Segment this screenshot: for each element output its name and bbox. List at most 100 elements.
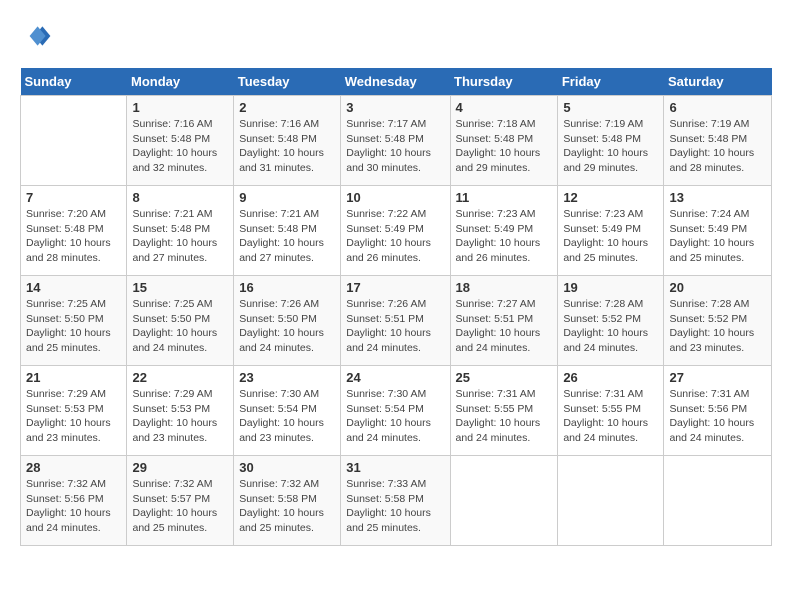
day-detail: Sunrise: 7:29 AMSunset: 5:53 PMDaylight:… [26,387,121,446]
day-detail: Sunrise: 7:16 AMSunset: 5:48 PMDaylight:… [132,117,228,176]
day-number: 5 [563,100,658,115]
day-detail: Sunrise: 7:28 AMSunset: 5:52 PMDaylight:… [563,297,658,356]
day-detail: Sunrise: 7:25 AMSunset: 5:50 PMDaylight:… [132,297,228,356]
day-number: 18 [456,280,553,295]
day-detail: Sunrise: 7:25 AMSunset: 5:50 PMDaylight:… [26,297,121,356]
day-number: 24 [346,370,444,385]
calendar-cell: 5Sunrise: 7:19 AMSunset: 5:48 PMDaylight… [558,96,664,186]
day-number: 4 [456,100,553,115]
calendar-cell: 22Sunrise: 7:29 AMSunset: 5:53 PMDayligh… [127,366,234,456]
day-detail: Sunrise: 7:31 AMSunset: 5:55 PMDaylight:… [456,387,553,446]
day-number: 28 [26,460,121,475]
calendar-cell: 27 Sunrise: 7:31 AMSunset: 5:56 PMDayligh… [664,366,772,456]
day-detail: Sunrise: 7:16 AMSunset: 5:48 PMDaylight:… [239,117,335,176]
day-number: 26 [563,370,658,385]
calendar-cell: 2 Sunrise: 7:16 AMSunset: 5:48 PMDaylight… [234,96,341,186]
day-detail: Sunrise: 7:32 AMSunset: 5:58 PMDaylight:… [239,477,335,536]
day-number: 1 [132,100,228,115]
day-detail: Sunrise: 7:31 AMSunset: 5:55 PMDaylight:… [563,387,658,446]
day-detail: Sunrise: 7:17 AMSunset: 5:48 PMDaylight:… [346,117,444,176]
day-detail: Sunrise: 7:20 AMSunset: 5:48 PMDaylight:… [26,207,121,266]
day-detail: Sunrise: 7:26 AMSunset: 5:50 PMDaylight:… [239,297,335,356]
days-header-row: SundayMondayTuesdayWednesdayThursdayFrid… [21,68,772,96]
day-detail: Sunrise: 7:33 AMSunset: 5:58 PMDaylight:… [346,477,444,536]
day-number: 9 [239,190,335,205]
calendar-cell: 9 Sunrise: 7:21 AMSunset: 5:48 PMDaylight… [234,186,341,276]
calendar-cell: 24 Sunrise: 7:30 AMSunset: 5:54 PMDayligh… [341,366,450,456]
day-number: 16 [239,280,335,295]
header-monday: Monday [127,68,234,96]
calendar-cell: 14Sunrise: 7:25 AMSunset: 5:50 PMDayligh… [21,276,127,366]
day-detail: Sunrise: 7:32 AMSunset: 5:56 PMDaylight:… [26,477,121,536]
calendar-cell: 20 Sunrise: 7:28 AMSunset: 5:52 PMDayligh… [664,276,772,366]
day-detail: Sunrise: 7:30 AMSunset: 5:54 PMDaylight:… [239,387,335,446]
week-row-1: 1 Sunrise: 7:16 AMSunset: 5:48 PMDaylight… [21,96,772,186]
day-number: 27 [669,370,766,385]
day-detail: Sunrise: 7:28 AMSunset: 5:52 PMDaylight:… [669,297,766,356]
day-number: 6 [669,100,766,115]
day-number: 8 [132,190,228,205]
calendar-cell: 23 Sunrise: 7:30 AMSunset: 5:54 PMDayligh… [234,366,341,456]
day-number: 22 [132,370,228,385]
header-saturday: Saturday [664,68,772,96]
calendar-cell: 1 Sunrise: 7:16 AMSunset: 5:48 PMDaylight… [127,96,234,186]
day-detail: Sunrise: 7:18 AMSunset: 5:48 PMDaylight:… [456,117,553,176]
calendar-cell: 26 Sunrise: 7:31 AMSunset: 5:55 PMDayligh… [558,366,664,456]
header-friday: Friday [558,68,664,96]
day-detail: Sunrise: 7:19 AMSunset: 5:48 PMDaylight:… [669,117,766,176]
calendar-cell: 18 Sunrise: 7:27 AMSunset: 5:51 PMDayligh… [450,276,558,366]
day-number: 13 [669,190,766,205]
calendar-cell: 30Sunrise: 7:32 AMSunset: 5:58 PMDayligh… [234,456,341,546]
calendar-cell: 25Sunrise: 7:31 AMSunset: 5:55 PMDayligh… [450,366,558,456]
calendar-cell: 13Sunrise: 7:24 AMSunset: 5:49 PMDayligh… [664,186,772,276]
calendar-cell: 10 Sunrise: 7:22 AMSunset: 5:49 PMDayligh… [341,186,450,276]
calendar-cell [558,456,664,546]
calendar-cell: 8Sunrise: 7:21 AMSunset: 5:48 PMDaylight… [127,186,234,276]
day-number: 10 [346,190,444,205]
calendar-cell: 15Sunrise: 7:25 AMSunset: 5:50 PMDayligh… [127,276,234,366]
header-wednesday: Wednesday [341,68,450,96]
calendar-cell: 4 Sunrise: 7:18 AMSunset: 5:48 PMDaylight… [450,96,558,186]
calendar-cell [450,456,558,546]
day-number: 2 [239,100,335,115]
logo [20,20,56,52]
day-detail: Sunrise: 7:22 AMSunset: 5:49 PMDaylight:… [346,207,444,266]
day-number: 19 [563,280,658,295]
calendar-cell: 21 Sunrise: 7:29 AMSunset: 5:53 PMDayligh… [21,366,127,456]
day-detail: Sunrise: 7:32 AMSunset: 5:57 PMDaylight:… [132,477,228,536]
week-row-4: 21 Sunrise: 7:29 AMSunset: 5:53 PMDayligh… [21,366,772,456]
calendar-table: SundayMondayTuesdayWednesdayThursdayFrid… [20,68,772,546]
week-row-3: 14Sunrise: 7:25 AMSunset: 5:50 PMDayligh… [21,276,772,366]
day-number: 21 [26,370,121,385]
calendar-cell: 3Sunrise: 7:17 AMSunset: 5:48 PMDaylight… [341,96,450,186]
day-detail: Sunrise: 7:30 AMSunset: 5:54 PMDaylight:… [346,387,444,446]
page-header [20,20,772,52]
day-detail: Sunrise: 7:31 AMSunset: 5:56 PMDaylight:… [669,387,766,446]
day-number: 31 [346,460,444,475]
calendar-cell: 28 Sunrise: 7:32 AMSunset: 5:56 PMDayligh… [21,456,127,546]
calendar-cell [21,96,127,186]
week-row-5: 28 Sunrise: 7:32 AMSunset: 5:56 PMDayligh… [21,456,772,546]
header-sunday: Sunday [21,68,127,96]
calendar-cell: 31 Sunrise: 7:33 AMSunset: 5:58 PMDayligh… [341,456,450,546]
day-detail: Sunrise: 7:27 AMSunset: 5:51 PMDaylight:… [456,297,553,356]
header-thursday: Thursday [450,68,558,96]
day-detail: Sunrise: 7:26 AMSunset: 5:51 PMDaylight:… [346,297,444,356]
calendar-cell [664,456,772,546]
day-detail: Sunrise: 7:23 AMSunset: 5:49 PMDaylight:… [456,207,553,266]
day-number: 7 [26,190,121,205]
calendar-cell: 12Sunrise: 7:23 AMSunset: 5:49 PMDayligh… [558,186,664,276]
logo-icon [20,20,52,52]
calendar-cell: 29 Sunrise: 7:32 AMSunset: 5:57 PMDayligh… [127,456,234,546]
day-number: 23 [239,370,335,385]
day-detail: Sunrise: 7:21 AMSunset: 5:48 PMDaylight:… [239,207,335,266]
calendar-cell: 7 Sunrise: 7:20 AMSunset: 5:48 PMDaylight… [21,186,127,276]
day-number: 12 [563,190,658,205]
day-number: 11 [456,190,553,205]
day-number: 29 [132,460,228,475]
calendar-cell: 19 Sunrise: 7:28 AMSunset: 5:52 PMDayligh… [558,276,664,366]
calendar-cell: 6 Sunrise: 7:19 AMSunset: 5:48 PMDaylight… [664,96,772,186]
week-row-2: 7 Sunrise: 7:20 AMSunset: 5:48 PMDaylight… [21,186,772,276]
day-number: 20 [669,280,766,295]
calendar-cell: 11 Sunrise: 7:23 AMSunset: 5:49 PMDayligh… [450,186,558,276]
